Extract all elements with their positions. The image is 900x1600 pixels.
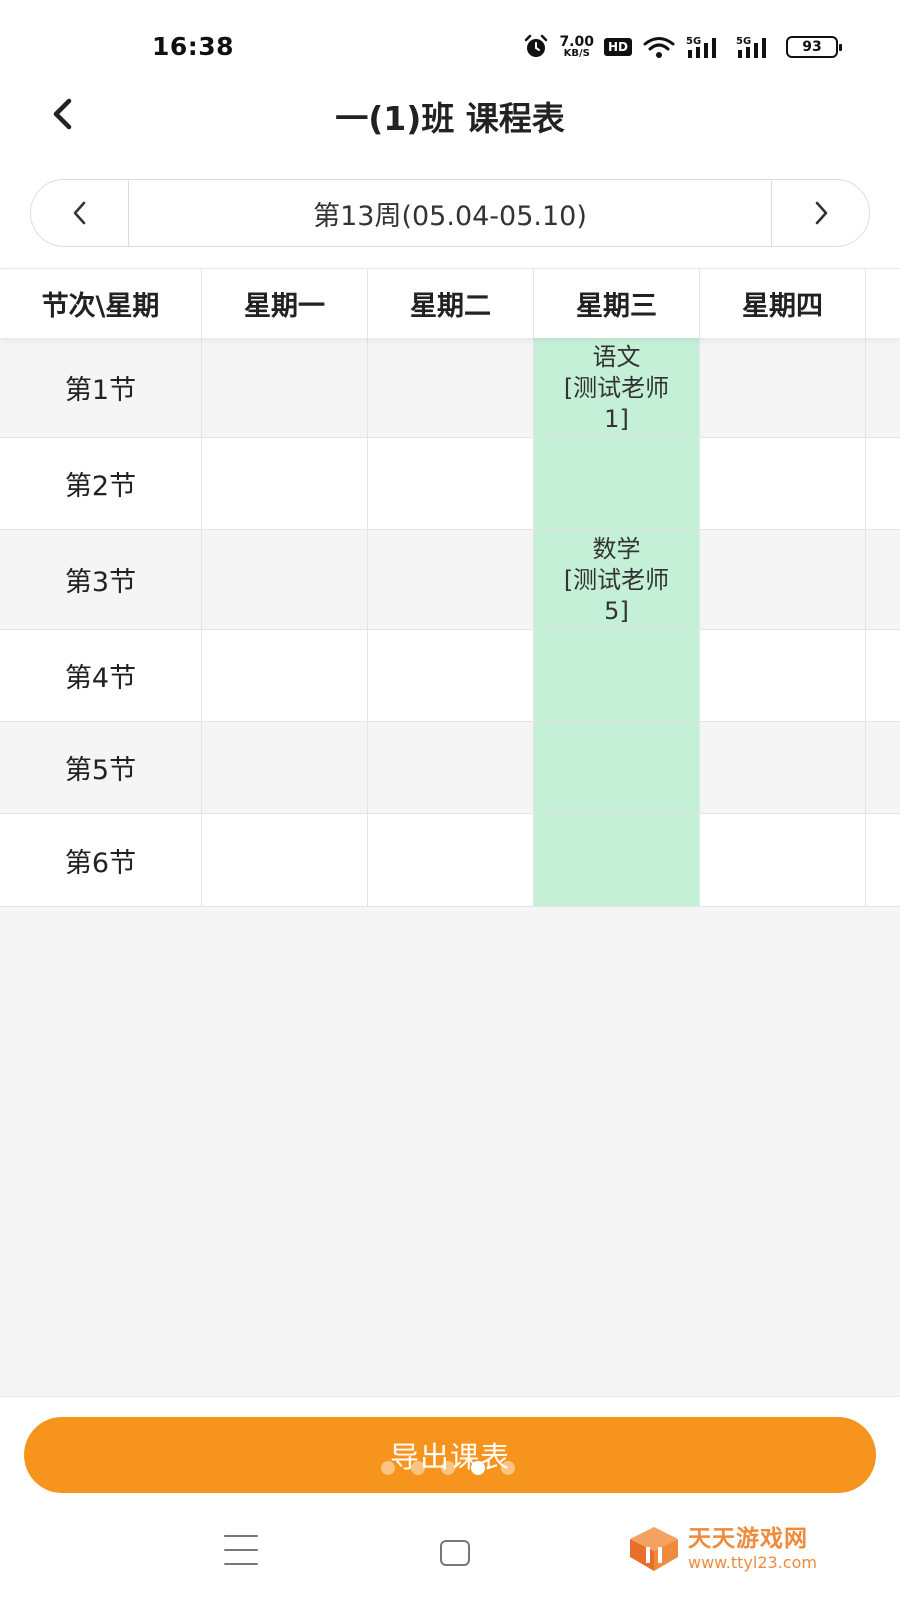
day-header: 星期三 — [534, 269, 700, 338]
period-row: 第5节 — [0, 722, 900, 814]
timetable-cell[interactable] — [700, 438, 866, 529]
timetable-cell-overflow — [866, 630, 900, 721]
period-row: 第2节 — [0, 438, 900, 530]
watermark-url: www.ttyl23.com — [688, 1552, 817, 1572]
carousel-dot[interactable] — [381, 1461, 395, 1475]
net-speed-unit: KB/S — [563, 48, 590, 59]
corner-header: 节次\星期 — [0, 269, 202, 338]
timetable-cell[interactable] — [202, 722, 368, 813]
timetable-cell[interactable] — [368, 438, 534, 529]
period-label: 第4节 — [0, 630, 202, 721]
timetable-cell[interactable] — [368, 338, 534, 437]
battery-icon: 93 — [786, 36, 842, 58]
day-header-overflow — [866, 269, 900, 338]
timetable-cell[interactable] — [700, 530, 866, 629]
watermark-text: 天天游戏网 www.ttyl23.com — [688, 1525, 817, 1572]
period-row: 第4节 — [0, 630, 900, 722]
nav-home-icon[interactable] — [440, 1540, 470, 1566]
period-row: 第1节 语文 [测试老师 1] — [0, 338, 900, 438]
timetable-cell[interactable] — [368, 722, 534, 813]
timetable-cell[interactable] — [700, 722, 866, 813]
status-time: 16:38 — [152, 32, 235, 61]
page-title: 一(1)班 课程表 — [335, 99, 565, 138]
timetable-cell-course[interactable]: 语文 [测试老师 1] — [534, 338, 700, 437]
course-text: 语文 [测试老师 1] — [563, 343, 670, 433]
timetable-cell[interactable] — [700, 630, 866, 721]
timetable-cell[interactable] — [534, 438, 700, 529]
day-header: 星期四 — [700, 269, 866, 338]
period-label: 第2节 — [0, 438, 202, 529]
wifi-icon — [643, 37, 675, 58]
period-label: 第6节 — [0, 814, 202, 906]
hd-badge: HD — [603, 38, 632, 56]
timetable-cell[interactable] — [202, 814, 368, 906]
watermark-logo-icon — [630, 1527, 678, 1571]
net-speed: 7.00 KB/S — [559, 35, 594, 59]
export-timetable-button[interactable]: 导出课表 — [24, 1417, 876, 1493]
timetable-cell-overflow — [866, 438, 900, 529]
carousel-dot[interactable] — [441, 1461, 455, 1475]
prev-week-button[interactable] — [31, 180, 129, 246]
signal-2-label: 5G — [736, 36, 751, 47]
next-week-button[interactable] — [771, 180, 869, 246]
period-row: 第3节 数学 [测试老师 5] — [0, 530, 900, 630]
timetable-cell[interactable] — [368, 814, 534, 906]
week-selector: 第13周(05.04-05.10) — [30, 179, 870, 247]
period-label: 第5节 — [0, 722, 202, 813]
nav-menu-icon[interactable] — [224, 1535, 258, 1565]
day-header: 星期一 — [202, 269, 368, 338]
chevron-left-icon — [73, 201, 85, 225]
period-label: 第1节 — [0, 338, 202, 437]
timetable-cell[interactable] — [202, 630, 368, 721]
signal-icon: 5G — [686, 36, 716, 58]
carousel-dot[interactable] — [411, 1461, 425, 1475]
timetable: 节次\星期 星期一 星期二 星期三 星期四 第1节 语文 [测试老师 1] 第2… — [0, 268, 900, 907]
timetable-cell-overflow — [866, 338, 900, 437]
timetable-cell[interactable] — [368, 630, 534, 721]
status-icons: 7.00 KB/S HD 5G 5G 93 — [523, 32, 842, 62]
timetable-header-row: 节次\星期 星期一 星期二 星期三 星期四 — [0, 268, 900, 338]
timetable-cell[interactable] — [202, 438, 368, 529]
day-header: 星期二 — [368, 269, 534, 338]
signal-1-label: 5G — [686, 36, 701, 47]
timetable-cell-overflow — [866, 722, 900, 813]
timetable-cell[interactable] — [368, 530, 534, 629]
timetable-cell[interactable] — [202, 530, 368, 629]
status-bar: 16:38 7.00 KB/S HD 5G 5G 93 — [0, 0, 900, 80]
timetable-cell-course[interactable]: 数学 [测试老师 5] — [534, 530, 700, 629]
watermark-title: 天天游戏网 — [688, 1525, 808, 1552]
timetable-cell[interactable] — [700, 814, 866, 906]
alarm-icon — [525, 34, 548, 57]
timetable-cell-overflow — [866, 814, 900, 906]
carousel-dots — [381, 1461, 515, 1475]
course-text: 数学 [测试老师 5] — [563, 535, 670, 625]
period-row: 第6节 — [0, 814, 900, 907]
battery-level: 93 — [802, 39, 822, 55]
chevron-right-icon — [815, 201, 827, 225]
timetable-cell[interactable] — [534, 630, 700, 721]
timetable-cell[interactable] — [534, 814, 700, 906]
week-label[interactable]: 第13周(05.04-05.10) — [129, 180, 771, 246]
net-speed-value: 7.00 — [559, 34, 594, 50]
carousel-dot[interactable] — [501, 1461, 515, 1475]
timetable-cell[interactable] — [700, 338, 866, 437]
timetable-cell-overflow — [866, 530, 900, 629]
carousel-dot-active[interactable] — [471, 1461, 485, 1475]
bottom-bar: 导出课表 天天游戏网 www.ttyl23.com — [0, 1396, 900, 1600]
signal-2-icon: 5G — [736, 36, 766, 58]
timetable-cell[interactable] — [534, 722, 700, 813]
period-label: 第3节 — [0, 530, 202, 629]
watermark: 天天游戏网 www.ttyl23.com — [628, 1525, 817, 1573]
timetable-cell[interactable] — [202, 338, 368, 437]
